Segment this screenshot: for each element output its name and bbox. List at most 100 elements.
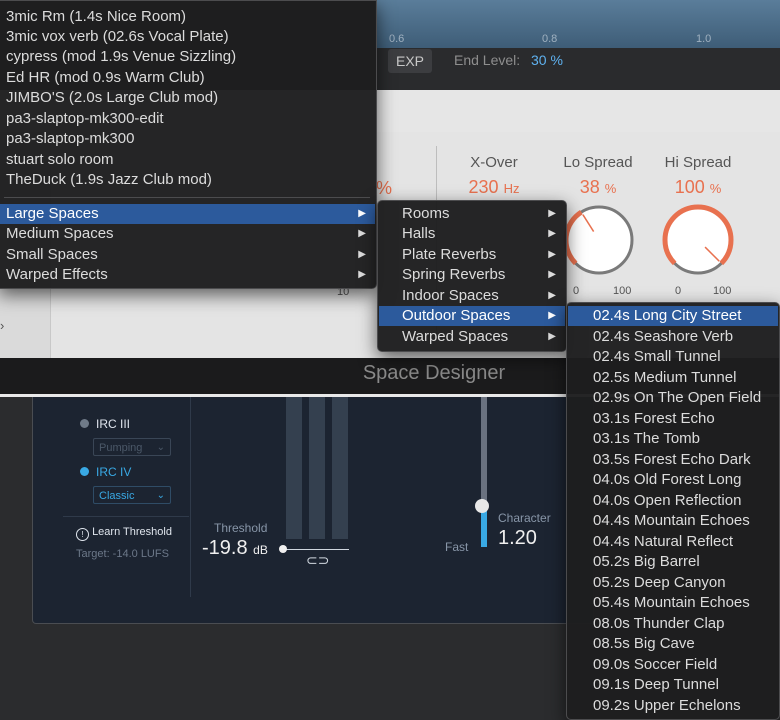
preset-item-label: 3mic Rm (1.4s Nice Room) [6,8,187,25]
category-small-spaces[interactable]: Small Spaces ▶ [0,245,375,265]
lo-spread-number: 38 [579,177,600,197]
exp-button[interactable]: EXP [388,49,432,73]
category-warped-effects[interactable]: Warped Effects ▶ [0,265,375,285]
graph-time-axis: 0.6 0.8 1.0 [375,30,780,48]
impulse-item[interactable]: 04.0s Open Reflection [568,491,778,511]
impulse-item[interactable]: 04.4s Mountain Echoes [568,511,778,531]
irc4-mode-value: Classic [99,490,135,502]
xover-value[interactable]: 230 Hz [455,177,533,198]
divider [63,516,189,517]
lo-spread-value: 38 % [553,177,643,198]
impulse-item[interactable]: 02.9s On The Open Field [568,388,778,408]
impulse-item[interactable]: 05.2s Big Barrel [568,552,778,572]
outdoor-spaces-submenu: 02.4s Long City Street 02.4s Seashore Ve… [566,302,780,720]
impulse-item-label: 02.5s Medium Tunnel [593,369,737,386]
submenu-plate-reverbs[interactable]: Plate Reverbs ▶ [379,245,565,265]
submenu-indoor-spaces[interactable]: Indoor Spaces ▶ [379,286,565,306]
tick-label: 0.8 [542,33,558,45]
impulse-item[interactable]: 04.0s Old Forest Long [568,470,778,490]
submenu-spring-reverbs[interactable]: Spring Reverbs ▶ [379,265,565,285]
chevron-right-icon: ▶ [548,249,556,260]
impulse-item[interactable]: 09.2s Upper Echelons [568,696,778,716]
impulse-item-label: 05.2s Deep Canyon [593,574,726,591]
impulse-item[interactable]: 03.5s Forest Echo Dark [568,450,778,470]
impulse-item-label: 09.0s Soccer Field [593,656,718,673]
impulse-item[interactable]: 02.4s Small Tunnel [568,347,778,367]
chevron-down-icon: ⌄ [156,442,165,453]
impulse-item[interactable]: 02.4s Seashore Verb [568,327,778,347]
preset-item[interactable]: 3mic vox verb (02.6s Vocal Plate) [0,27,375,47]
impulse-item-label: 05.2s Big Barrel [593,553,700,570]
learn-threshold-label: Learn Threshold [92,526,172,538]
submenu-label: Spring Reverbs [402,266,506,283]
threshold-label: Threshold [214,521,268,535]
category-large-spaces[interactable]: Large Spaces ▶ [0,204,375,224]
hi-spread-title: Hi Spread [664,154,732,171]
preset-item[interactable]: JIMBO'S (2.0s Large Club mod) [0,88,375,108]
preset-item[interactable]: cypress (mod 1.9s Venue Sizzling) [0,47,375,67]
chevron-right-icon: ▶ [548,208,556,219]
impulse-item[interactable]: 05.4s Mountain Echoes [568,593,778,613]
impulse-item[interactable]: 09.0s Soccer Field [568,655,778,675]
impulse-item[interactable]: 09.1s Deep Tunnel [568,675,778,695]
menu-separator [4,197,370,198]
character-value[interactable]: 1.20 [498,527,537,550]
preset-item-label: TheDuck (1.9s Jazz Club mod) [6,171,212,188]
preset-item[interactable]: stuart solo room [0,150,375,170]
threshold-line [283,549,349,550]
preset-item[interactable]: pa3-slaptop-mk300 [0,129,375,149]
submenu-halls[interactable]: Halls ▶ [379,224,565,244]
impulse-item-label: 02.4s Seashore Verb [593,328,734,345]
category-medium-spaces[interactable]: Medium Spaces ▶ [0,224,375,244]
impulse-item[interactable]: 08.0s Thunder Clap [568,614,778,634]
preset-item[interactable]: Ed HR (mod 0.9s Warm Club) [0,68,375,88]
threshold-number: -19.8 [202,537,248,559]
chevron-down-icon: ⌄ [156,490,165,501]
chevron-right-icon: ▶ [548,331,556,342]
category-label: Small Spaces [6,246,98,263]
chevron-right-icon: ▶ [548,228,556,239]
impulse-item[interactable]: 03.1s The Tomb [568,429,778,449]
impulse-item-label: 04.0s Open Reflection [593,492,742,509]
impulse-item-label: 02.4s Small Tunnel [593,348,721,365]
submenu-rooms[interactable]: Rooms ▶ [379,204,565,224]
level-meter-right [332,397,348,539]
impulse-item[interactable]: 04.4s Natural Reflect [568,532,778,552]
submenu-label: Indoor Spaces [402,287,499,304]
link-icon[interactable]: ⊂⊃ [306,552,329,569]
impulse-item-label: 04.4s Natural Reflect [593,533,734,550]
character-fader-knob[interactable] [475,499,489,513]
preset-item[interactable]: TheDuck (1.9s Jazz Club mod) [0,170,375,190]
impulse-item-label: 04.4s Mountain Echoes [593,512,750,529]
preset-item[interactable]: pa3-slaptop-mk300-edit [0,109,375,129]
impulse-item[interactable]: 02.4s Long City Street [568,306,778,326]
threshold-handle[interactable] [279,545,287,553]
category-label: Medium Spaces [6,225,114,242]
irc3-mode-select[interactable]: Pumping ⌄ [93,438,171,456]
impulse-item-label: 04.0s Old Forest Long [593,471,742,488]
impulse-item[interactable]: 05.2s Deep Canyon [568,573,778,593]
submenu-warped-spaces[interactable]: Warped Spaces ▶ [379,327,565,347]
irc4-radio[interactable] [80,467,89,476]
learn-threshold-button[interactable]: ! Learn Threshold [76,526,172,541]
chevron-right-icon: ▶ [548,290,556,301]
irc4-mode-select[interactable]: Classic ⌄ [93,486,171,504]
submenu-outdoor-spaces[interactable]: Outdoor Spaces ▶ [379,306,565,326]
impulse-item-label: 09.2s Upper Echelons [593,697,741,714]
hi-spread-knob[interactable] [660,202,736,278]
lo-spread-knob[interactable] [561,202,637,278]
category-label: Warped Effects [6,266,108,283]
chevron-right-icon: ▶ [358,228,366,239]
end-level-value[interactable]: 30 % [531,52,563,68]
preset-item[interactable]: 3mic Rm (1.4s Nice Room) [0,7,375,27]
threshold-value[interactable]: -19.8 dB [202,537,268,560]
xover-title: X-Over [470,154,518,171]
impulse-item[interactable]: 03.1s Forest Echo [568,409,778,429]
fast-label: Fast [445,540,469,554]
submenu-label: Rooms [402,205,450,222]
impulse-item[interactable]: 02.5s Medium Tunnel [568,368,778,388]
irc3-radio[interactable] [80,419,89,428]
impulse-item[interactable]: 08.5s Big Cave [568,634,778,654]
target-lufs: Target: -14.0 LUFS [76,548,169,560]
impulse-item-label: 02.9s On The Open Field [593,389,762,406]
